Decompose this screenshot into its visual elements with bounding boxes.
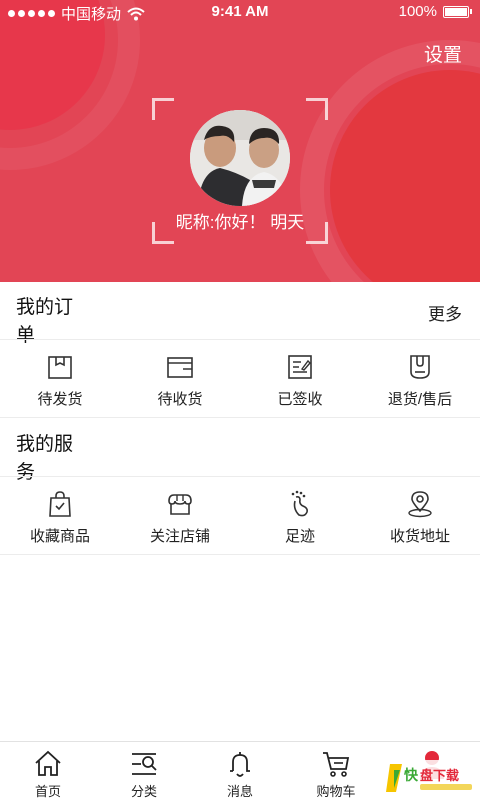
profile-screen: 中国移动 9:41 AM 100% 设置 昵称:你好！ 明天 我的订单 更多 待…	[0, 0, 480, 800]
service-item-followed-stores[interactable]: 关注店铺	[120, 479, 240, 555]
divider	[0, 554, 480, 555]
divider	[0, 476, 480, 477]
order-item-label: 待发货	[37, 391, 83, 408]
more-orders-link[interactable]: 更多	[428, 300, 462, 325]
avatar-photo	[190, 110, 290, 206]
battery-percent: 100%	[398, 3, 437, 20]
store-icon	[168, 494, 192, 515]
order-item-pending-shipment[interactable]: 待发货	[0, 342, 120, 418]
package-icon	[48, 356, 72, 379]
tab-label: 分类	[130, 784, 157, 799]
order-item-returns[interactable]: 退货/售后	[360, 342, 480, 418]
divider	[0, 417, 480, 418]
watermark-logo: 快 盘下载	[384, 760, 476, 796]
return-bag-icon	[410, 355, 430, 379]
battery-icon	[443, 5, 469, 18]
signed-doc-icon	[288, 355, 312, 379]
services-grid: 收藏商品 关注店铺 足迹 收货地址	[0, 479, 480, 555]
bell-icon	[230, 752, 250, 777]
order-item-pending-receipt[interactable]: 待收货	[120, 342, 240, 418]
settings-button[interactable]: 设置	[424, 40, 462, 67]
service-item-addresses[interactable]: 收货地址	[360, 479, 480, 555]
footprint-icon	[291, 490, 308, 517]
tab-label: 消息	[226, 784, 253, 799]
card-box-icon	[167, 357, 193, 378]
tab-cart[interactable]: 购物车	[288, 742, 384, 800]
order-item-label: 退货/售后	[387, 391, 453, 408]
tab-label: 首页	[34, 784, 61, 799]
service-item-label: 关注店铺	[149, 528, 210, 545]
divider	[0, 339, 480, 340]
status-right: 100%	[399, 3, 472, 20]
avatar[interactable]	[190, 110, 290, 206]
order-item-label: 待收货	[157, 391, 203, 408]
status-bar: 中国移动 9:41 AM 100%	[0, 0, 480, 24]
service-item-label: 收货地址	[389, 528, 450, 545]
location-pin-icon	[408, 491, 432, 518]
profile-header: 中国移动 9:41 AM 100% 设置 昵称:你好！ 明天	[0, 0, 480, 282]
category-search-icon	[132, 753, 157, 775]
order-item-label: 已签收	[277, 391, 323, 408]
battery-tip	[470, 9, 472, 14]
order-item-signed[interactable]: 已签收	[240, 342, 360, 418]
tab-category[interactable]: 分类	[96, 742, 192, 800]
frame-corner	[152, 98, 174, 120]
service-item-favorites[interactable]: 收藏商品	[0, 479, 120, 555]
cart-icon	[323, 752, 350, 777]
nickname: 昵称:你好！ 明天	[175, 213, 305, 232]
svg-text:快: 快	[404, 767, 419, 784]
favorite-bag-icon	[49, 491, 71, 517]
tab-home[interactable]: 首页	[0, 742, 96, 800]
home-icon	[35, 750, 61, 776]
service-item-label: 足迹	[284, 528, 315, 545]
orders-grid: 待发货 待收货 已签收 退货/售后	[0, 342, 480, 418]
tab-label: 购物车	[316, 784, 356, 799]
service-item-label: 收藏商品	[29, 528, 90, 545]
service-item-footprints[interactable]: 足迹	[240, 479, 360, 555]
frame-corner	[306, 98, 328, 120]
svg-text:盘下载: 盘下载	[420, 768, 459, 784]
tab-messages[interactable]: 消息	[192, 742, 288, 800]
